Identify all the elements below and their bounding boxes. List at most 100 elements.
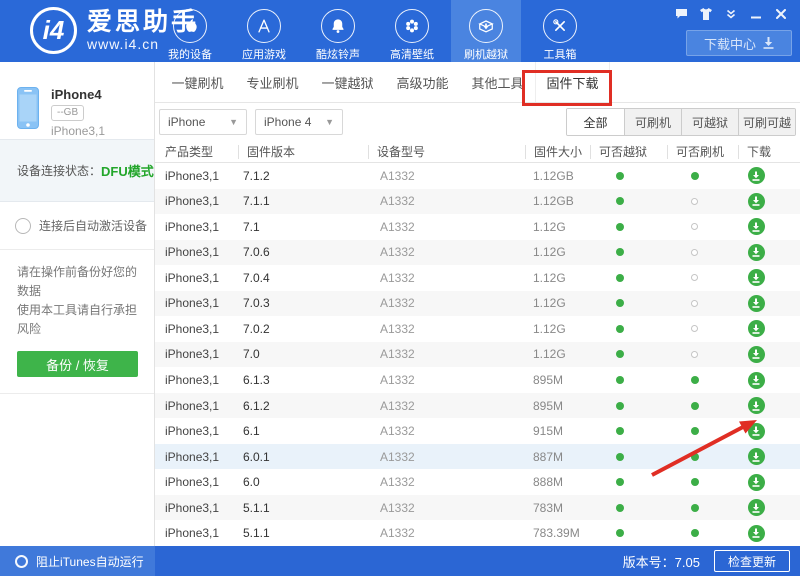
cell-device-model: A1332 xyxy=(368,399,525,413)
flash-status-dot xyxy=(691,427,699,435)
connection-status-value: DFU模式 xyxy=(101,161,154,180)
cell-device-model: A1332 xyxy=(368,475,525,489)
table-row-7.1.1[interactable]: iPhone3,17.1.1A13321.12GB xyxy=(155,189,800,215)
download-button[interactable] xyxy=(748,525,765,542)
download-button[interactable] xyxy=(748,167,765,184)
version-text: 版本号：7.05 xyxy=(623,552,700,571)
tab-一键越狱[interactable]: 一键越狱 xyxy=(310,62,385,102)
download-button[interactable] xyxy=(748,269,765,286)
table-row-7.0.4[interactable]: iPhone3,17.0.4A13321.12G xyxy=(155,265,800,291)
table-row-7.0[interactable]: iPhone3,17.0A13321.12G xyxy=(155,342,800,368)
download-button[interactable] xyxy=(748,218,765,235)
tab-专业刷机[interactable]: 专业刷机 xyxy=(235,62,310,102)
jailbreak-status-dot xyxy=(616,376,624,384)
download-button[interactable] xyxy=(748,346,765,363)
download-button[interactable] xyxy=(748,193,765,210)
tab-一键刷机[interactable]: 一键刷机 xyxy=(160,62,235,102)
table-row-6.0[interactable]: iPhone3,16.0A1332888M xyxy=(155,469,800,495)
download-button[interactable] xyxy=(748,295,765,312)
radio-circle-icon[interactable] xyxy=(15,218,31,234)
table-row-7.1[interactable]: iPhone3,17.1A13321.12G xyxy=(155,214,800,240)
model-select[interactable]: iPhone 4 ▼ xyxy=(255,109,343,135)
jailbreak-status-dot xyxy=(616,299,624,307)
cell-firmware-size: 1.12G xyxy=(525,245,590,259)
download-button[interactable] xyxy=(748,397,765,414)
window-controls xyxy=(674,8,788,20)
cell-device-model: A1332 xyxy=(368,450,525,464)
table-row-7.0.6[interactable]: iPhone3,17.0.6A13321.12G xyxy=(155,240,800,266)
flash-status-dot xyxy=(691,402,699,410)
device-capacity-badge: --GB xyxy=(51,105,84,121)
firmware-table: iPhone3,17.1.2A13321.12GBiPhone3,17.1.1A… xyxy=(155,163,800,546)
download-center-label: 下载中心 xyxy=(704,34,756,53)
flash-status-dot xyxy=(691,453,699,461)
download-button[interactable] xyxy=(748,499,765,516)
jailbreak-status-dot xyxy=(616,248,624,256)
filter-button-可越狱[interactable]: 可越狱 xyxy=(681,109,738,135)
block-itunes-label: 阻止iTunes自动运行 xyxy=(36,553,144,570)
download-button[interactable] xyxy=(748,448,765,465)
auto-activate-toggle[interactable]: 连接后自动激活设备 xyxy=(0,202,154,250)
column-header-7: 下载 xyxy=(738,145,800,159)
status-bar: 阻止iTunes自动运行 版本号：7.05 检查更新 xyxy=(0,546,800,576)
filter-button-全部[interactable]: 全部 xyxy=(567,109,624,135)
cell-device-model: A1332 xyxy=(368,526,525,540)
cell-firmware-size: 888M xyxy=(525,475,590,489)
tab-bar: 一键刷机专业刷机一键越狱高级功能其他工具固件下载 xyxy=(155,62,800,103)
cell-product-type: iPhone3,1 xyxy=(155,296,238,310)
nav-item-jailbreak[interactable]: 刷机越狱 xyxy=(451,0,521,62)
column-header-2: 固件版本 xyxy=(238,145,368,159)
nav-item-toolbox[interactable]: 工具箱 xyxy=(525,0,595,62)
column-header-1: 产品类型 xyxy=(155,145,238,159)
check-update-button[interactable]: 检查更新 xyxy=(714,550,790,572)
filter-button-可刷可越[interactable]: 可刷可越 xyxy=(738,109,795,135)
download-button[interactable] xyxy=(748,372,765,389)
cell-firmware-size: 1.12GB xyxy=(525,194,590,208)
tab-其他工具[interactable]: 其他工具 xyxy=(460,62,535,102)
theme-shirt-icon[interactable] xyxy=(699,8,713,20)
cell-product-type: iPhone3,1 xyxy=(155,245,238,259)
download-button[interactable] xyxy=(748,244,765,261)
download-button[interactable] xyxy=(748,320,765,337)
column-header-4: 固件大小 xyxy=(525,145,590,159)
nav-item-label: 酷炫铃声 xyxy=(316,46,360,62)
table-row-6.1[interactable]: iPhone3,16.1A1332915M xyxy=(155,418,800,444)
tab-高级功能[interactable]: 高级功能 xyxy=(385,62,460,102)
nav-item-wallpaper[interactable]: 高清壁纸 xyxy=(377,0,447,62)
download-center-button[interactable]: 下载中心 xyxy=(686,30,792,56)
backup-restore-button[interactable]: 备份 / 恢复 xyxy=(17,351,138,377)
table-row-5.1.1[interactable]: iPhone3,15.1.1A1332783.39M xyxy=(155,520,800,546)
message-icon[interactable] xyxy=(674,8,688,20)
brand-select[interactable]: iPhone ▼ xyxy=(159,109,247,135)
table-row-6.0.1[interactable]: iPhone3,16.0.1A1332887M xyxy=(155,444,800,470)
table-row-6.1.2[interactable]: iPhone3,16.1.2A1332895M xyxy=(155,393,800,419)
nav-item-label: 我的设备 xyxy=(168,46,212,62)
table-row-6.1.3[interactable]: iPhone3,16.1.3A1332895M xyxy=(155,367,800,393)
cell-product-type: iPhone3,1 xyxy=(155,399,238,413)
body: iPhone4 --GB iPhone3,1 设备连接状态：DFU模式 连接后自… xyxy=(0,62,800,546)
radio-circle-icon[interactable] xyxy=(15,555,28,568)
table-row-7.0.2[interactable]: iPhone3,17.0.2A13321.12G xyxy=(155,316,800,342)
cell-device-model: A1332 xyxy=(368,501,525,515)
cell-device-model: A1332 xyxy=(368,245,525,259)
block-itunes-toggle[interactable]: 阻止iTunes自动运行 xyxy=(0,546,155,576)
column-header-5: 可否越狱 xyxy=(590,145,667,159)
table-row-5.1.1[interactable]: iPhone3,15.1.1A1332783M xyxy=(155,495,800,521)
nav-item-appstore[interactable]: 应用游戏 xyxy=(229,0,299,62)
nav-item-apple[interactable]: 我的设备 xyxy=(155,0,225,62)
minimize-icon[interactable] xyxy=(749,8,763,20)
cell-device-model: A1332 xyxy=(368,296,525,310)
download-button[interactable] xyxy=(748,423,765,440)
brand-logo-icon: i4 xyxy=(30,7,77,54)
nav-item-bell[interactable]: 酷炫铃声 xyxy=(303,0,373,62)
download-button[interactable] xyxy=(748,474,765,491)
table-row-7.0.3[interactable]: iPhone3,17.0.3A13321.12G xyxy=(155,291,800,317)
filter-button-可刷机[interactable]: 可刷机 xyxy=(624,109,681,135)
table-row-7.1.2[interactable]: iPhone3,17.1.2A13321.12GB xyxy=(155,163,800,189)
close-icon[interactable] xyxy=(774,8,788,20)
cell-firmware-version: 6.1.2 xyxy=(238,399,368,413)
flash-status-dot xyxy=(691,504,699,512)
collapse-icon[interactable] xyxy=(724,8,738,20)
nav-item-label: 刷机越狱 xyxy=(464,46,508,62)
tab-固件下载[interactable]: 固件下载 xyxy=(535,62,610,102)
